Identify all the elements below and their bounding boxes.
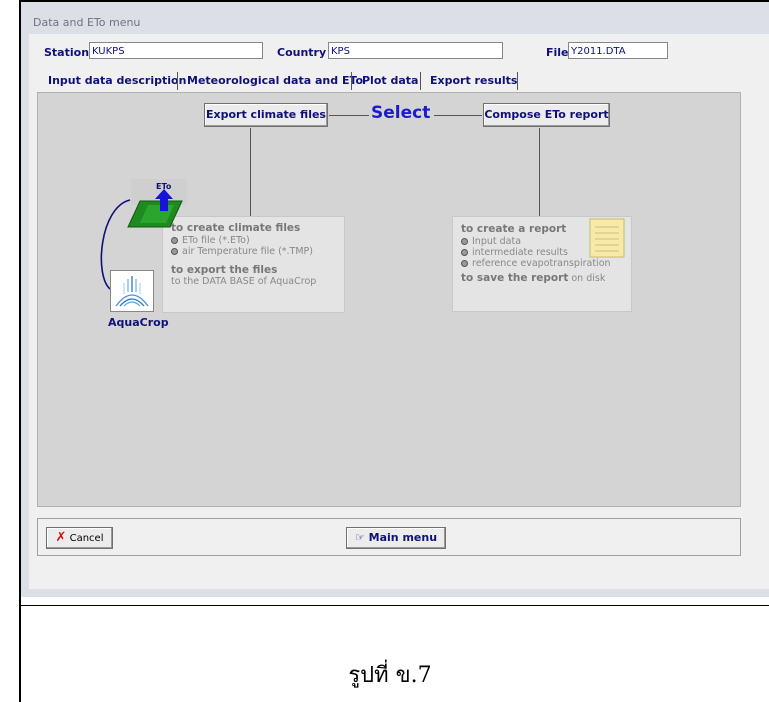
aquacrop-label: AquaCrop bbox=[108, 316, 169, 329]
tab-input-data-description[interactable]: Input data description bbox=[48, 74, 186, 87]
aquacrop-icon[interactable] bbox=[110, 270, 154, 312]
file-field[interactable]: Y2011.DTA bbox=[568, 42, 668, 59]
cancel-button[interactable]: ✗ Cancel bbox=[46, 527, 113, 549]
climate-heading: to create climate files bbox=[171, 222, 301, 234]
compose-eto-report-button[interactable]: Compose ETo report bbox=[483, 103, 610, 127]
tab-plot-data[interactable]: Plot data bbox=[362, 74, 418, 87]
export-heading: to export the files bbox=[171, 264, 278, 276]
station-label: Station bbox=[44, 46, 90, 59]
tab-meteorological-data[interactable]: Meteorological data and ETo bbox=[187, 74, 363, 87]
connector-line bbox=[329, 115, 369, 116]
country-label: Country bbox=[277, 46, 327, 59]
tab-export-results[interactable]: Export results bbox=[430, 74, 517, 87]
bullet-icon bbox=[171, 248, 178, 255]
export-climate-files-button[interactable]: Export climate files bbox=[204, 103, 328, 127]
bullet-icon bbox=[171, 237, 178, 244]
connector-line bbox=[434, 115, 482, 116]
table-divider bbox=[19, 605, 769, 606]
pointing-hand-icon: ☞ bbox=[354, 531, 365, 544]
main-menu-button[interactable]: ☞ Main menu bbox=[346, 527, 446, 549]
file-label: File bbox=[546, 46, 569, 59]
list-item: air Temperature file (*.TMP) bbox=[171, 246, 344, 257]
eto-icon-label: ETo bbox=[156, 182, 172, 191]
figure-caption: รูปที่ ข.7 bbox=[348, 663, 432, 688]
bullet-icon bbox=[461, 260, 468, 267]
tab-separator bbox=[420, 72, 421, 90]
notepad-icon bbox=[589, 218, 625, 258]
bullet-icon bbox=[461, 249, 468, 256]
select-label: Select bbox=[371, 103, 431, 123]
tab-separator bbox=[177, 72, 178, 90]
save-description: to save the report on disk bbox=[461, 272, 606, 284]
list-item: reference evapotranspiration bbox=[461, 258, 631, 269]
tab-separator bbox=[517, 72, 518, 90]
cancel-x-icon: ✗ bbox=[55, 530, 67, 545]
station-field[interactable]: KUKPS bbox=[89, 42, 263, 59]
list-item: ETo file (*.ETo) bbox=[171, 235, 344, 246]
window-title: Data and ETo menu bbox=[33, 16, 141, 29]
country-field[interactable]: KPS bbox=[328, 42, 503, 59]
bullet-icon bbox=[461, 238, 468, 245]
export-description: to the DATA BASE of AquaCrop bbox=[171, 276, 317, 287]
connector-line bbox=[539, 128, 540, 216]
tab-separator bbox=[351, 72, 352, 90]
connector-line bbox=[250, 128, 251, 216]
